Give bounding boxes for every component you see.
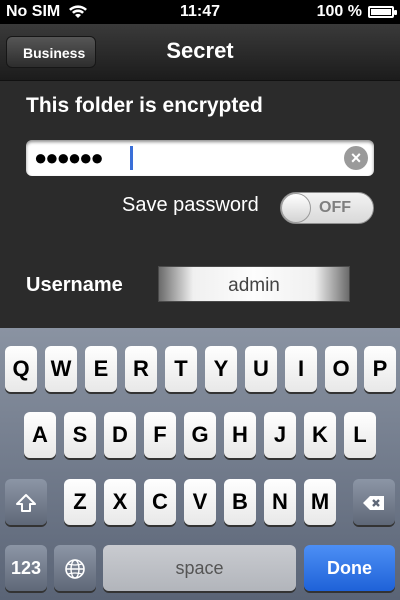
key-e[interactable]: E bbox=[85, 346, 117, 392]
save-password-toggle[interactable]: OFF bbox=[280, 192, 374, 224]
done-button[interactable]: Done bbox=[304, 545, 395, 591]
backspace-icon bbox=[363, 496, 384, 511]
key-t[interactable]: T bbox=[165, 346, 197, 392]
page-title: Secret bbox=[166, 38, 234, 63]
status-bar: No SIM 11:47 100 % bbox=[0, 0, 400, 24]
key-d[interactable]: D bbox=[104, 412, 136, 458]
key-p[interactable]: P bbox=[364, 346, 396, 392]
key-l[interactable]: L bbox=[344, 412, 376, 458]
password-value: ●●●●●● bbox=[34, 145, 104, 170]
key-v[interactable]: V bbox=[184, 479, 216, 525]
key-y[interactable]: Y bbox=[205, 346, 237, 392]
key-z[interactable]: Z bbox=[64, 479, 96, 525]
key-w[interactable]: W bbox=[45, 346, 77, 392]
key-h[interactable]: H bbox=[224, 412, 256, 458]
key-g[interactable]: G bbox=[184, 412, 216, 458]
key-u[interactable]: U bbox=[245, 346, 277, 392]
toggle-knob[interactable] bbox=[281, 193, 311, 223]
numbers-key[interactable]: 123 bbox=[5, 545, 47, 591]
key-a[interactable]: A bbox=[24, 412, 56, 458]
key-c[interactable]: C bbox=[144, 479, 176, 525]
key-q[interactable]: Q bbox=[5, 346, 37, 392]
status-right: 100 % bbox=[316, 3, 397, 21]
space-key[interactable]: space bbox=[103, 545, 296, 591]
key-s[interactable]: S bbox=[64, 412, 96, 458]
clear-icon[interactable]: × bbox=[344, 146, 368, 170]
key-j[interactable]: J bbox=[264, 412, 296, 458]
key-k[interactable]: K bbox=[304, 412, 336, 458]
key-i[interactable]: I bbox=[285, 346, 317, 392]
key-m[interactable]: M bbox=[304, 479, 336, 525]
key-r[interactable]: R bbox=[125, 346, 157, 392]
keyboard: Q W E R T Y U I O P A S D F G H J K L Z … bbox=[0, 328, 400, 600]
globe-icon bbox=[65, 559, 85, 579]
encrypted-folder-heading: This folder is encrypted bbox=[26, 94, 263, 117]
key-n[interactable]: N bbox=[264, 479, 296, 525]
username-field[interactable]: admin bbox=[158, 266, 350, 302]
battery-percentage: 100 % bbox=[316, 3, 362, 20]
key-o[interactable]: O bbox=[325, 346, 357, 392]
username-label: Username bbox=[26, 274, 123, 296]
battery-icon bbox=[368, 6, 397, 18]
shift-key[interactable] bbox=[5, 479, 47, 525]
shift-icon bbox=[16, 494, 36, 513]
key-f[interactable]: F bbox=[144, 412, 176, 458]
backspace-key[interactable] bbox=[353, 479, 395, 525]
username-value: admin bbox=[228, 275, 280, 296]
toggle-state-label: OFF bbox=[319, 199, 351, 216]
save-password-label: Save password bbox=[122, 194, 259, 216]
globe-key[interactable] bbox=[54, 545, 96, 591]
password-field[interactable]: ●●●●●● × bbox=[26, 140, 374, 176]
key-b[interactable]: B bbox=[224, 479, 256, 525]
key-x[interactable]: X bbox=[104, 479, 136, 525]
navigation-bar: Business Secret bbox=[0, 24, 400, 81]
text-caret bbox=[130, 146, 133, 170]
